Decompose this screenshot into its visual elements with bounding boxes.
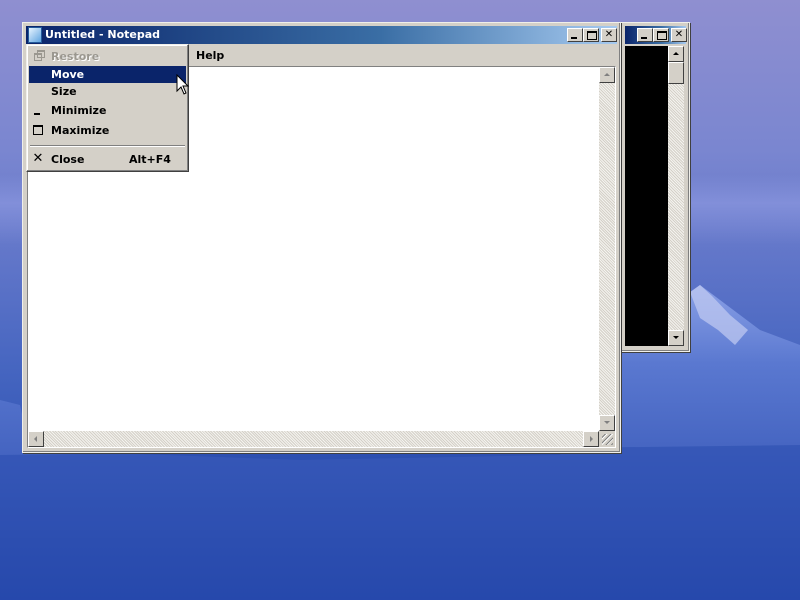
menu-item-label: Close [51, 153, 85, 166]
maximize-icon [32, 124, 44, 136]
system-menu: Restore Move Size Minimize Maximize ✕ Cl… [26, 44, 189, 172]
vertical-scrollbar[interactable] [599, 67, 615, 431]
menu-item-restore[interactable]: Restore [29, 48, 186, 65]
console-scroll-up-button[interactable] [668, 46, 684, 62]
console-output[interactable] [625, 46, 668, 346]
menu-separator [30, 145, 185, 147]
menu-item-label: Maximize [51, 124, 110, 137]
mouse-cursor-icon [176, 74, 190, 95]
console-maximize-button[interactable] [653, 28, 669, 42]
close-icon: ✕ [32, 151, 44, 166]
console-scroll-thumb[interactable] [668, 62, 684, 84]
scroll-up-button[interactable] [599, 67, 615, 83]
scroll-left-button[interactable] [28, 431, 44, 447]
menu-item-close[interactable]: ✕ Close Alt+F4 [29, 151, 186, 168]
console-window[interactable]: ✕ [621, 22, 690, 352]
menu-item-minimize[interactable]: Minimize [29, 102, 186, 119]
menu-item-label: Move [51, 68, 85, 81]
menu-item-shortcut: Alt+F4 [129, 153, 171, 166]
notepad-titlebar[interactable]: Untitled - Notepad ✕ [26, 26, 617, 44]
size-grip[interactable] [599, 431, 615, 447]
menu-item-size[interactable]: Size [29, 83, 186, 100]
menu-item-maximize[interactable]: Maximize [29, 122, 186, 139]
close-button[interactable]: ✕ [601, 28, 617, 42]
minimize-icon [32, 104, 44, 116]
restore-icon [32, 50, 45, 62]
minimize-button[interactable] [567, 28, 583, 42]
window-title: Untitled - Notepad [45, 28, 161, 41]
console-titlebar[interactable]: ✕ [625, 26, 687, 44]
menu-item-move[interactable]: Move [29, 66, 186, 83]
console-vertical-scrollbar[interactable] [668, 46, 684, 346]
console-close-button[interactable]: ✕ [671, 28, 687, 42]
menu-item-label: Size [51, 85, 77, 98]
console-minimize-button[interactable] [637, 28, 653, 42]
menu-help[interactable]: Help [196, 49, 224, 62]
menu-item-label: Restore [51, 50, 100, 63]
scroll-down-button[interactable] [599, 415, 615, 431]
console-scroll-down-button[interactable] [668, 330, 684, 346]
scroll-right-button[interactable] [583, 431, 599, 447]
maximize-button[interactable] [583, 28, 599, 42]
menu-item-label: Minimize [51, 104, 107, 117]
horizontal-scrollbar[interactable] [28, 431, 599, 447]
notepad-icon[interactable] [28, 27, 42, 43]
